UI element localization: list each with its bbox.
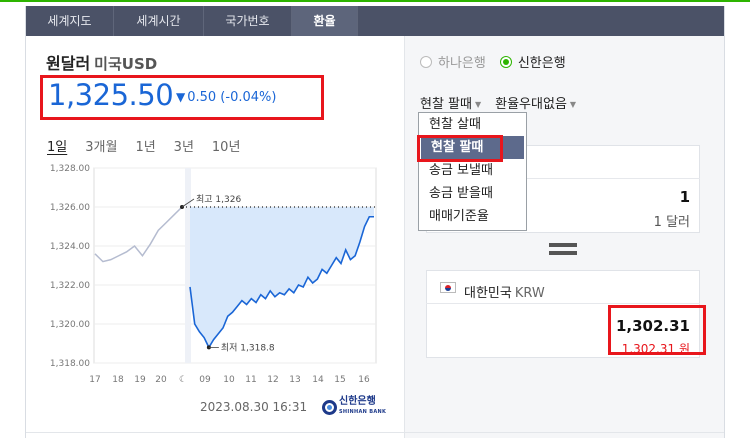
tab-bar: 세계지도 세계시간 국가번호 환율 xyxy=(26,6,724,36)
y-tick-label: 1,324.00 xyxy=(50,242,90,252)
y-tick-label: 1,328.00 xyxy=(50,164,90,174)
radio-shinhan-bank[interactable]: 신한은행 xyxy=(499,52,566,71)
x-tick-label: 19 xyxy=(134,375,146,385)
tab-exchange-rate[interactable]: 환율 xyxy=(292,6,358,36)
dropdown-option[interactable]: 송금 보낼때 xyxy=(419,159,526,182)
x-tick-label: 11 xyxy=(245,375,256,385)
discount-value: 환율우대없음 xyxy=(495,97,567,112)
y-tick-label: 1,322.00 xyxy=(50,281,90,291)
radio-label: 하나은행 xyxy=(438,56,486,71)
exchange-rate-value: 1,325.50 xyxy=(48,78,174,112)
shinhan-logo-icon xyxy=(322,399,337,415)
period-1y[interactable]: 1년 xyxy=(135,136,155,155)
high-label: 최고 1,326 xyxy=(196,194,241,205)
y-tick-label: 1,318.00 xyxy=(50,359,90,369)
target-currency-code: KRW xyxy=(514,286,545,301)
x-tick-label: 10 xyxy=(223,375,235,385)
x-tick-label: 14 xyxy=(312,375,324,385)
target-currency[interactable]: 대한민국 KRW xyxy=(464,282,545,301)
converter-options: 현찰 팔때 ▼ 환율우대없음 ▼ xyxy=(420,93,576,112)
tab-bar-filler xyxy=(358,6,724,36)
down-arrow-icon: ▼ xyxy=(176,90,186,104)
x-tick-label: 20 xyxy=(155,375,167,385)
x-tick-label: 16 xyxy=(358,375,370,385)
rate-type-dropdown: 현찰 살때 현찰 팔때 송금 보낼때 송금 받을때 매매기준율 xyxy=(418,112,527,231)
currency-title-main: 원달러 xyxy=(46,54,91,73)
x-tick-label: 18 xyxy=(112,375,124,385)
period-10y[interactable]: 10년 xyxy=(212,136,241,155)
period-selector: 1일 3개월 1년 3년 10년 xyxy=(47,136,258,155)
radio-hana-bank[interactable]: 하나은행 xyxy=(420,52,486,71)
period-3m[interactable]: 3개월 xyxy=(85,136,117,155)
exchange-rate-chart: 1,328.00 1,326.00 1,324.00 1,322.00 1,320.00… xyxy=(50,164,377,385)
tab-country-code[interactable]: 국가번호 xyxy=(204,6,292,36)
rate-change-value: 0.50 (-0.04%) xyxy=(187,90,277,105)
bank-logo-english: SHINHAN BANK xyxy=(339,409,387,415)
caret-down-icon: ▼ xyxy=(474,100,482,109)
x-tick-label: 12 xyxy=(267,375,278,385)
x-tick-label: 13 xyxy=(289,375,300,385)
radio-selected-icon xyxy=(499,55,512,68)
rate-change: ▼ 0.50 (-0.04%) xyxy=(176,90,276,105)
tab-world-map[interactable]: 세계지도 xyxy=(26,6,114,36)
radio-label: 신한은행 xyxy=(517,56,566,71)
dropdown-option[interactable]: 매매기준율 xyxy=(419,205,526,228)
bank-selector: 하나은행 신한은행 xyxy=(420,52,566,71)
discount-select[interactable]: 환율우대없음 ▼ xyxy=(495,93,576,112)
top-accent-line xyxy=(0,0,750,2)
x-tick-label: 15 xyxy=(334,375,345,385)
radio-icon xyxy=(420,55,432,68)
rate-type-value: 현찰 팔때 xyxy=(420,97,472,112)
caret-down-icon: ▼ xyxy=(569,100,577,109)
dropdown-option[interactable]: 현찰 살때 xyxy=(419,113,526,136)
update-timestamp: 2023.08.30 16:31 xyxy=(200,400,308,414)
period-1d[interactable]: 1일 xyxy=(47,136,67,155)
target-amount: 1,302.31 xyxy=(615,317,690,335)
equals-icon xyxy=(549,243,577,259)
x-axis: 17 18 19 20 ☾ 09 10 11 12 13 14 15 16 xyxy=(89,375,370,385)
source-amount-input[interactable]: 1 xyxy=(600,188,690,206)
low-label: 최저 1,318.8 xyxy=(221,342,275,353)
currency-title-sub: 미국USD xyxy=(94,55,158,73)
tab-world-time[interactable]: 세계시간 xyxy=(114,6,204,36)
selected-option-highlight-box xyxy=(417,135,503,162)
bottom-divider xyxy=(26,432,724,433)
dropdown-option[interactable]: 송금 받을때 xyxy=(419,182,526,205)
period-3y[interactable]: 3년 xyxy=(174,136,194,155)
x-tick-label: ☾ xyxy=(179,375,187,385)
rate-type-select[interactable]: 현찰 팔때 ▼ xyxy=(420,93,481,112)
x-tick-label: 17 xyxy=(89,375,100,385)
bank-logo-korean: 신한은행 xyxy=(339,396,376,407)
currency-title: 원달러 미국USD xyxy=(46,50,157,74)
y-axis: 1,328.00 1,326.00 1,324.00 1,322.00 1,320.00… xyxy=(50,164,90,369)
bank-logo: 신한은행 SHINHAN BANK xyxy=(322,397,386,417)
target-country: 대한민국 xyxy=(464,286,512,301)
korea-flag-icon xyxy=(440,282,456,293)
y-tick-label: 1,326.00 xyxy=(50,203,90,213)
bank-logo-name: 신한은행 SHINHAN BANK xyxy=(339,397,386,417)
card-divider xyxy=(426,303,700,304)
source-amount-unit: 1 달러 xyxy=(653,215,690,230)
y-tick-label: 1,320.00 xyxy=(50,320,90,330)
x-tick-label: 09 xyxy=(199,375,211,385)
target-amount-unit: 1,302.31 원 xyxy=(621,342,690,356)
